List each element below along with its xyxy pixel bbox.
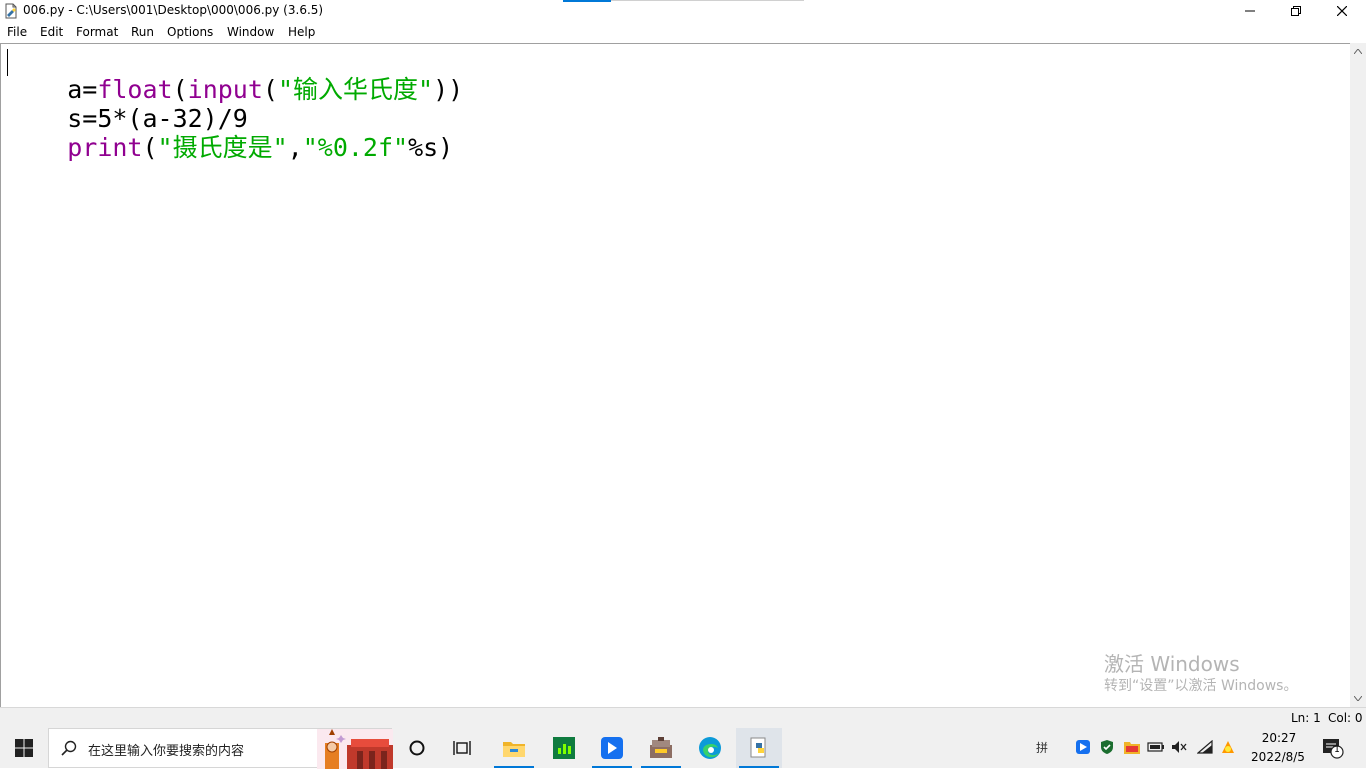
close-button[interactable] [1319, 0, 1365, 22]
idle-file-icon [3, 3, 19, 19]
python-idle-icon [750, 737, 766, 758]
clock-date[interactable]: 2022/8/5 [1247, 750, 1309, 764]
tray-app-icon[interactable] [1074, 738, 1092, 756]
window-title: 006.py - C:\Users\001\Desktop\000\006.py… [23, 3, 324, 17]
search-placeholder: 在这里输入你要搜索的内容 [88, 744, 245, 759]
taskbar-app-edge[interactable] [687, 728, 733, 768]
restore-button[interactable] [1273, 0, 1319, 22]
taskbar-app-green[interactable] [541, 728, 587, 768]
scroll-up-button[interactable] [1350, 43, 1366, 60]
notification-count: 1 [1334, 745, 1340, 755]
menu-options[interactable]: Options [167, 25, 213, 39]
green-app-icon [553, 737, 575, 759]
tab-divider [611, 0, 804, 1]
chevron-down-icon [1354, 696, 1362, 701]
status-bar: Ln: 1 Col: 0 [0, 707, 1366, 728]
chevron-up-icon [1354, 49, 1362, 54]
search-highlight-image [317, 729, 393, 769]
accent-strip [563, 0, 611, 2]
cortana-icon [409, 740, 425, 756]
menu-window[interactable]: Window [227, 25, 274, 39]
code-token: %s) [408, 133, 454, 162]
close-icon [1337, 6, 1347, 16]
windows-logo-icon [15, 739, 33, 757]
taskbar-app-blue[interactable] [589, 728, 635, 768]
taskbar-app-file-explorer[interactable] [491, 728, 537, 768]
cortana-button[interactable] [394, 728, 440, 768]
ime-indicator[interactable]: 拼 [1033, 738, 1051, 756]
taskbar: 在这里输入你要搜索的内容 拼 20:27 2022/8/5 1 [0, 728, 1366, 769]
text-caret [7, 49, 8, 76]
menu-help[interactable]: Help [288, 25, 315, 39]
speaker-muted-icon[interactable] [1170, 738, 1188, 756]
task-view-icon [453, 741, 471, 755]
menu-file[interactable]: File [7, 25, 27, 39]
start-button[interactable] [0, 728, 48, 768]
code-token-string: "摄氏度是" [157, 133, 288, 162]
title-bar: 006.py - C:\Users\001\Desktop\000\006.py… [0, 0, 1366, 22]
clock-time[interactable]: 20:27 [1259, 731, 1299, 745]
edge-icon [699, 737, 721, 759]
file-explorer-icon [503, 742, 525, 757]
security-shield-icon[interactable] [1098, 738, 1116, 756]
scroll-down-button[interactable] [1350, 690, 1366, 707]
status-column: Col: 0 [1328, 711, 1363, 725]
menu-bar: File Edit Format Run Options Window Help [0, 22, 1366, 43]
menu-edit[interactable]: Edit [40, 25, 63, 39]
code-token-string: "输入华氏度" [277, 75, 434, 104]
menu-format[interactable]: Format [76, 25, 118, 39]
taskbar-app-python-idle[interactable] [736, 728, 782, 768]
cloud-app-tray-icon[interactable] [1219, 738, 1237, 756]
minimize-icon [1245, 10, 1255, 12]
toolbox-icon [650, 737, 672, 758]
minimize-button[interactable] [1227, 0, 1273, 22]
restore-icon [1291, 6, 1301, 16]
action-center-button[interactable]: 1 [1322, 737, 1344, 759]
taskbar-app-toolbox[interactable] [638, 728, 684, 768]
status-line: Ln: 1 [1291, 711, 1321, 725]
search-icon [61, 740, 77, 760]
battery-icon[interactable] [1147, 738, 1165, 756]
code-token-builtin: print [67, 133, 143, 162]
blue-app-icon [601, 737, 623, 759]
folder-tray-icon[interactable] [1123, 738, 1141, 756]
code-token: )) [433, 75, 464, 104]
menu-run[interactable]: Run [131, 25, 154, 39]
code-line-3: print("摄氏度是","%0.2f"%s) [7, 104, 453, 191]
activation-watermark-subtitle: 转到“设置”以激活 Windows。 [1104, 678, 1298, 694]
vertical-scrollbar[interactable] [1350, 43, 1366, 707]
code-token: ( [262, 75, 278, 104]
code-token: ( [142, 133, 158, 162]
code-token-string: "%0.2f" [302, 133, 409, 162]
wifi-icon[interactable] [1196, 738, 1214, 756]
taskbar-search-box[interactable]: 在这里输入你要搜索的内容 [48, 728, 393, 769]
activation-watermark-title: 激活 Windows [1104, 652, 1240, 676]
code-editor[interactable]: a=float(input("输入华氏度")) s=5*(a-32)/9 pri… [0, 43, 1350, 707]
task-view-button[interactable] [440, 728, 486, 768]
code-token: , [287, 133, 303, 162]
